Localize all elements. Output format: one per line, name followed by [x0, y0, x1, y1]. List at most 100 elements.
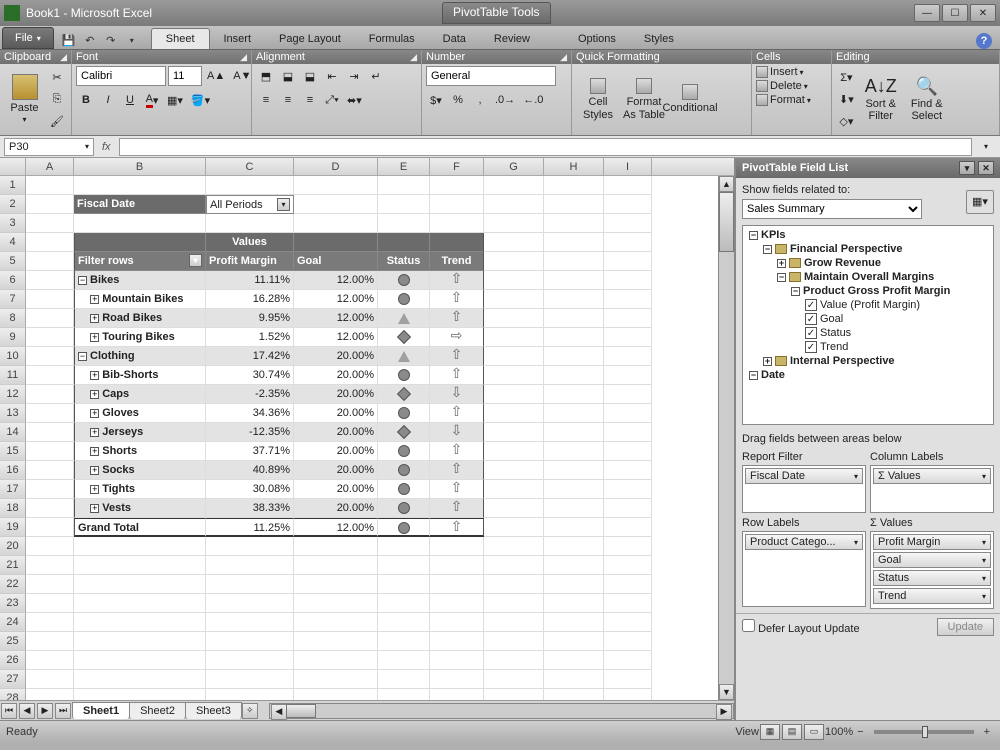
cut-icon[interactable]: ✂	[47, 68, 67, 88]
page-layout-view-icon[interactable]: ▤	[782, 724, 802, 740]
row-header[interactable]: 17	[0, 480, 26, 499]
cell[interactable]	[484, 480, 544, 499]
cell[interactable]	[378, 461, 430, 480]
cell[interactable]	[378, 404, 430, 423]
cell[interactable]	[430, 594, 484, 613]
cell[interactable]	[484, 252, 544, 271]
cell[interactable]	[378, 309, 430, 328]
cell[interactable]	[206, 575, 294, 594]
cell[interactable]	[604, 670, 652, 689]
cell[interactable]	[378, 499, 430, 518]
cell[interactable]	[484, 176, 544, 195]
cell[interactable]: −Bikes	[74, 271, 206, 290]
tab-formulas[interactable]: Formulas	[355, 29, 429, 49]
format-painter-icon[interactable]: 🖌	[47, 112, 67, 132]
sort-filter-button[interactable]: A↓ZSort & Filter	[859, 68, 903, 132]
close-button[interactable]: ✕	[970, 4, 996, 22]
cell[interactable]	[378, 613, 430, 632]
field-tree[interactable]: −KPIs −Financial Perspective +Grow Reven…	[742, 225, 994, 425]
cell-styles-button[interactable]: Cell Styles	[576, 68, 620, 132]
paste-button[interactable]: Paste▾	[4, 68, 45, 132]
align-bottom-icon[interactable]: ⬓	[300, 66, 320, 86]
cell[interactable]	[26, 461, 74, 480]
field-list-options-icon[interactable]: ▾	[959, 161, 975, 175]
related-to-select[interactable]: Sales Summary	[742, 199, 922, 219]
cell[interactable]: +Socks	[74, 461, 206, 480]
find-select-button[interactable]: 🔍Find & Select	[905, 68, 949, 132]
cell[interactable]: −Clothing	[74, 347, 206, 366]
cell[interactable]	[294, 651, 378, 670]
cell[interactable]	[26, 309, 74, 328]
cell[interactable]	[378, 518, 430, 537]
defer-update-checkbox[interactable]: Defer Layout Update	[742, 619, 860, 635]
cell[interactable]	[544, 689, 604, 700]
cell[interactable]: 20.00%	[294, 499, 378, 518]
cell[interactable]: ⇨	[430, 328, 484, 347]
cell[interactable]	[544, 613, 604, 632]
cell[interactable]	[430, 233, 484, 252]
cell[interactable]	[294, 537, 378, 556]
align-left-icon[interactable]: ≡	[256, 90, 276, 110]
cell[interactable]: 1.52%	[206, 328, 294, 347]
field-checkbox[interactable]: ✓	[805, 327, 817, 339]
row-header[interactable]: 18	[0, 499, 26, 518]
cell[interactable]: 20.00%	[294, 423, 378, 442]
pill-status[interactable]: Status▾	[873, 570, 991, 586]
values-area[interactable]: Profit Margin▾ Goal▾ Status▾ Trend▾	[870, 531, 994, 609]
cell[interactable]	[26, 556, 74, 575]
cell[interactable]	[544, 366, 604, 385]
cell[interactable]	[378, 328, 430, 347]
cell[interactable]: ⇧	[430, 366, 484, 385]
decrease-font-icon[interactable]: A▼	[230, 66, 254, 86]
cell[interactable]	[484, 290, 544, 309]
cell[interactable]	[484, 575, 544, 594]
cell[interactable]	[604, 347, 652, 366]
cell[interactable]: 16.28%	[206, 290, 294, 309]
cell[interactable]: 20.00%	[294, 366, 378, 385]
cell[interactable]: All Periods▾	[206, 195, 294, 214]
normal-view-icon[interactable]: ▦	[760, 724, 780, 740]
cell[interactable]	[604, 537, 652, 556]
expand-collapse-icon[interactable]: +	[90, 428, 99, 437]
cell[interactable]: +Gloves	[74, 404, 206, 423]
cell[interactable]	[544, 214, 604, 233]
cell[interactable]	[604, 290, 652, 309]
cell[interactable]	[206, 214, 294, 233]
cell[interactable]: 20.00%	[294, 347, 378, 366]
file-menu[interactable]: File▾	[2, 27, 54, 49]
cell[interactable]	[74, 670, 206, 689]
cell[interactable]: 34.36%	[206, 404, 294, 423]
border-icon[interactable]: ▦▾	[164, 90, 186, 110]
page-break-view-icon[interactable]: ▭	[804, 724, 824, 740]
expand-collapse-icon[interactable]: +	[90, 314, 99, 323]
cell[interactable]	[378, 176, 430, 195]
cell[interactable]	[294, 689, 378, 700]
row-header[interactable]: 22	[0, 575, 26, 594]
column-header[interactable]: H	[544, 158, 604, 175]
font-color-icon[interactable]: A▾	[142, 90, 162, 110]
cell[interactable]	[378, 195, 430, 214]
cell[interactable]: +Tights	[74, 480, 206, 499]
cell[interactable]	[294, 670, 378, 689]
redo-icon[interactable]: ↷	[102, 31, 120, 49]
tab-insert[interactable]: Insert	[210, 29, 266, 49]
cell[interactable]: 40.89%	[206, 461, 294, 480]
column-header[interactable]: C	[206, 158, 294, 175]
update-button[interactable]: Update	[937, 618, 994, 636]
cell[interactable]	[484, 347, 544, 366]
delete-cells-button[interactable]: Delete▾	[756, 80, 808, 92]
cell[interactable]	[544, 233, 604, 252]
row-header[interactable]: 19	[0, 518, 26, 537]
cell[interactable]: ⇩	[430, 423, 484, 442]
row-header[interactable]: 27	[0, 670, 26, 689]
cell[interactable]	[430, 556, 484, 575]
column-header[interactable]: B	[74, 158, 206, 175]
cell[interactable]: ⇧	[430, 309, 484, 328]
cell[interactable]: 12.00%	[294, 290, 378, 309]
font-size-select[interactable]	[168, 66, 202, 86]
cell[interactable]	[74, 556, 206, 575]
cell[interactable]	[544, 328, 604, 347]
row-header[interactable]: 14	[0, 423, 26, 442]
cell[interactable]	[544, 385, 604, 404]
sheet-nav-prev-icon[interactable]: ◀	[19, 703, 35, 719]
